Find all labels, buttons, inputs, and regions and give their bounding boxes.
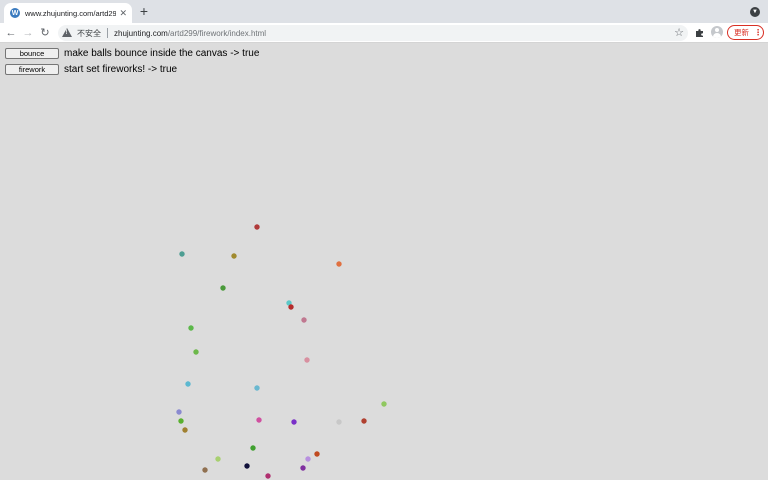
page-content: bounce make balls bounce inside the canv…: [0, 43, 768, 480]
ball: [193, 349, 199, 355]
update-label: 更新: [734, 28, 749, 37]
ball: [291, 419, 297, 425]
ball: [301, 317, 307, 323]
ball: [179, 251, 185, 257]
ball: [305, 456, 311, 462]
ball: [202, 467, 208, 473]
back-arrow-icon[interactable]: ←: [4, 26, 18, 40]
bounce-status: make balls bounce inside the canvas -> t…: [64, 48, 260, 59]
browser-toolbar: ← → ↻ 不安全 zhujunting.com /artd299/firewo…: [0, 23, 768, 43]
ball: [265, 473, 271, 479]
tab-search-icon[interactable]: ▼: [750, 7, 760, 17]
ball: [336, 261, 342, 267]
ball: [381, 401, 387, 407]
address-bar[interactable]: 不安全 zhujunting.com /artd299/firework/ind…: [58, 25, 688, 41]
ball: [288, 304, 294, 310]
close-icon[interactable]: ✕: [119, 8, 127, 18]
url-host: zhujunting.com: [114, 28, 168, 38]
ball: [254, 224, 260, 230]
ball: [188, 325, 194, 331]
profile-avatar-icon[interactable]: [711, 26, 723, 38]
forward-arrow-icon[interactable]: →: [21, 26, 35, 40]
omnibox-divider: [107, 28, 108, 38]
puzzle-icon[interactable]: [693, 26, 707, 40]
ball: [182, 427, 188, 433]
ball: [178, 418, 184, 424]
firework-row: firework start set fireworks! -> true: [5, 64, 177, 75]
tab-title: www.zhujunting.com/artd299/: [25, 8, 117, 18]
browser-tab[interactable]: W www.zhujunting.com/artd299/ ✕: [4, 3, 132, 23]
ball: [304, 357, 310, 363]
bookmark-star-icon[interactable]: ☆: [674, 26, 684, 39]
balls-canvas: [176, 224, 387, 479]
wordpress-favicon-icon: W: [10, 8, 20, 18]
ball: [254, 385, 260, 391]
ball: [185, 381, 191, 387]
warning-icon[interactable]: [62, 28, 72, 38]
ball: [215, 456, 221, 462]
security-label[interactable]: 不安全: [77, 28, 101, 39]
new-tab-button[interactable]: +: [137, 4, 151, 19]
ball: [336, 419, 342, 425]
ball: [220, 285, 226, 291]
ball: [176, 409, 182, 415]
update-button[interactable]: 更新 ⋮: [727, 25, 764, 40]
ball: [361, 418, 367, 424]
tab-strip: W www.zhujunting.com/artd299/ ✕ + ▼: [0, 0, 768, 23]
ball: [256, 417, 262, 423]
url-path: /artd299/firework/index.html: [167, 28, 267, 38]
kebab-menu-icon: ⋮: [754, 28, 762, 37]
bounce-button[interactable]: bounce: [5, 48, 59, 59]
firework-status: start set fireworks! -> true: [64, 64, 178, 75]
reload-icon[interactable]: ↻: [38, 26, 52, 40]
bounce-row: bounce make balls bounce inside the canv…: [5, 48, 259, 59]
ball: [244, 463, 250, 469]
ball: [300, 465, 306, 471]
firework-button[interactable]: firework: [5, 64, 59, 75]
ball: [314, 451, 320, 457]
ball: [250, 445, 256, 451]
ball: [231, 253, 237, 259]
